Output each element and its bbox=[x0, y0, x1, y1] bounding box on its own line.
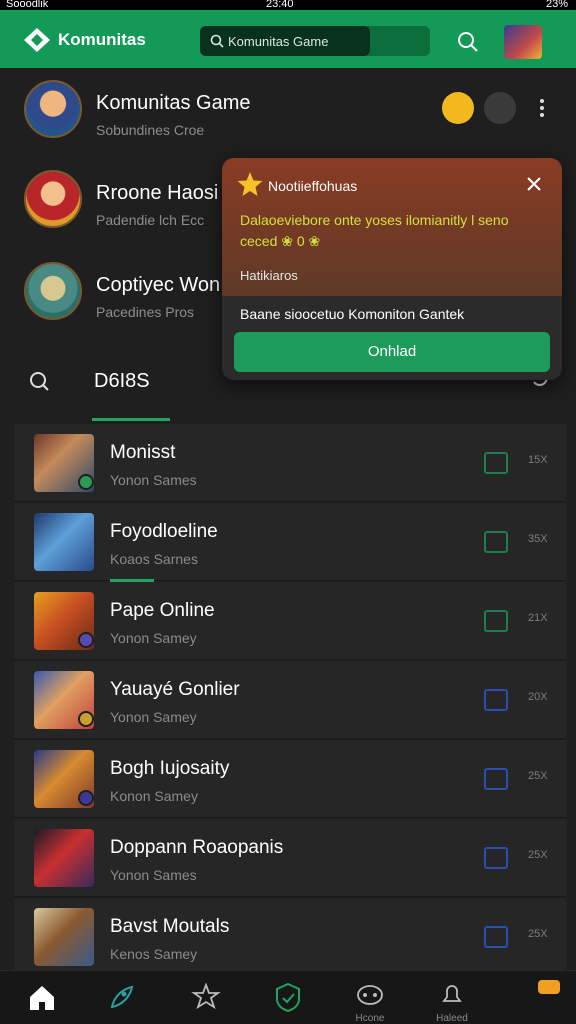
carrier-label: Sooodlik bbox=[6, 0, 49, 10]
bell-icon bbox=[442, 985, 462, 1002]
game-name: Yauayé Gonlier bbox=[110, 679, 240, 700]
nav-explore[interactable] bbox=[186, 979, 226, 1019]
game-row[interactable]: Monisst Yonon Sames 15X bbox=[14, 424, 566, 502]
app-title: Komunitas bbox=[58, 30, 146, 49]
notification-badge bbox=[538, 980, 560, 994]
game-count: 15X bbox=[528, 454, 548, 466]
game-name: Pape Online bbox=[110, 600, 215, 621]
notification-popup: Nootiieffohuas Dalaoeviebore onte yoses … bbox=[222, 158, 562, 380]
popup-action-button[interactable]: Onhlad bbox=[234, 332, 550, 372]
game-subtitle: Konon Samey bbox=[110, 788, 198, 804]
game-row[interactable]: Bogh Iujosaity Konon Samey 25X bbox=[14, 740, 566, 818]
close-icon[interactable] bbox=[526, 176, 542, 192]
shield-icon bbox=[276, 982, 300, 1013]
game-name: Doppann Roaopanis bbox=[110, 837, 284, 858]
nav-games[interactable]: Hcone bbox=[350, 979, 390, 1024]
game-thumbnail bbox=[34, 829, 94, 887]
game-count: 35X bbox=[528, 533, 548, 545]
game-subtitle: Yonon Sames bbox=[110, 867, 197, 883]
community-name: Komunitas Game bbox=[96, 92, 251, 114]
home-icon bbox=[30, 986, 54, 1010]
more-options-icon[interactable] bbox=[538, 98, 546, 118]
game-row[interactable]: Doppann Roaopanis Yonon Sames 25X bbox=[14, 819, 566, 897]
game-count: 25X bbox=[528, 770, 548, 782]
game-subtitle: Kenos Samey bbox=[110, 946, 198, 962]
search-input-area[interactable]: Komunitas Game bbox=[200, 26, 370, 56]
clock-label: 23:40 bbox=[266, 0, 294, 10]
game-count: 20X bbox=[528, 691, 548, 703]
emoji-badge[interactable] bbox=[442, 92, 474, 124]
community-name: Rroone Haosi bbox=[96, 182, 219, 204]
game-name: Bavst Moutals bbox=[110, 916, 230, 937]
profile-badge[interactable] bbox=[484, 92, 516, 124]
check-icon[interactable] bbox=[484, 689, 508, 711]
game-subtitle: Yonon Samey bbox=[110, 630, 197, 646]
community-name: Coptiyec Won bbox=[96, 274, 221, 296]
search-icon[interactable] bbox=[456, 30, 480, 54]
search-input[interactable]: Komunitas Game bbox=[228, 34, 328, 49]
popup-label: Hatikiaros bbox=[240, 268, 298, 283]
check-icon[interactable] bbox=[484, 768, 508, 790]
nav-shield[interactable] bbox=[268, 979, 308, 1019]
game-row[interactable]: Pape Online Yonon Samey 21X bbox=[14, 582, 566, 660]
star-burst-icon bbox=[191, 982, 221, 1010]
nav-notifications[interactable]: Haleed bbox=[432, 979, 472, 1024]
game-thumbnail bbox=[34, 513, 94, 571]
community-avatar bbox=[24, 170, 82, 228]
game-name: Monisst bbox=[110, 442, 176, 463]
community-subtitle: Padendie lch Ecc bbox=[96, 212, 205, 228]
game-count: 21X bbox=[528, 612, 548, 624]
platform-badge bbox=[78, 474, 94, 490]
search-icon[interactable] bbox=[28, 370, 50, 392]
check-icon[interactable] bbox=[484, 610, 508, 632]
rocket-icon bbox=[110, 985, 134, 1009]
game-row[interactable]: Yauayé Gonlier Yonon Samey 20X bbox=[14, 661, 566, 739]
game-thumbnail bbox=[34, 908, 94, 966]
gamepad-icon bbox=[357, 985, 383, 1005]
game-count: 25X bbox=[528, 849, 548, 861]
community-subtitle: Pacedines Pros bbox=[96, 304, 195, 320]
star-icon bbox=[237, 172, 263, 196]
game-subtitle: Yonon Samey bbox=[110, 709, 197, 725]
bottom-navigation: Hcone Haleed bbox=[0, 970, 576, 1024]
tab-active[interactable]: D6I8S bbox=[94, 370, 150, 393]
nav-home[interactable] bbox=[22, 979, 62, 1019]
search-bar[interactable]: Komunitas Game bbox=[200, 26, 430, 56]
app-header: Komunitas Komunitas Game bbox=[0, 10, 576, 68]
nav-rocket[interactable] bbox=[100, 979, 140, 1019]
battery-label: 23% bbox=[545, 0, 568, 10]
community-avatar bbox=[24, 262, 82, 320]
game-subtitle: Koaos Sarnes bbox=[110, 551, 198, 567]
game-name: Bogh Iujosaity bbox=[110, 758, 230, 779]
app-logo-icon bbox=[24, 28, 50, 52]
game-subtitle: Yonon Sames bbox=[110, 472, 197, 488]
game-row[interactable]: Foyodloeline Koaos Sarnes 35X bbox=[14, 503, 566, 582]
check-icon[interactable] bbox=[484, 926, 508, 948]
game-row[interactable]: Bavst Moutals Kenos Samey 25X bbox=[14, 898, 566, 976]
community-subtitle: Sobundines Croe bbox=[96, 122, 205, 138]
platform-badge bbox=[78, 790, 94, 806]
check-icon[interactable] bbox=[484, 452, 508, 474]
nav-label: Hcone bbox=[355, 1013, 385, 1024]
game-count: 25X bbox=[528, 928, 548, 940]
popup-title: Nootiieffohuas bbox=[268, 178, 358, 194]
platform-badge bbox=[78, 711, 94, 727]
community-avatar bbox=[24, 80, 82, 138]
user-avatar[interactable] bbox=[504, 25, 542, 59]
nav-label: Haleed bbox=[436, 1013, 468, 1024]
game-name: Foyodloeline bbox=[110, 521, 218, 542]
check-icon[interactable] bbox=[484, 531, 508, 553]
popup-description: Baane sioocetuo Komoniton Gantek bbox=[240, 306, 465, 322]
status-bar: Sooodlik 23:40 23% bbox=[0, 0, 576, 10]
search-icon bbox=[210, 34, 224, 48]
platform-badge bbox=[78, 632, 94, 648]
popup-message: Dalaoeviebore onte yoses ilomianitly l s… bbox=[240, 212, 509, 249]
community-item[interactable]: Komunitas Game Sobundines Croe bbox=[0, 80, 576, 170]
check-icon[interactable] bbox=[484, 847, 508, 869]
tab-indicator bbox=[92, 418, 170, 421]
